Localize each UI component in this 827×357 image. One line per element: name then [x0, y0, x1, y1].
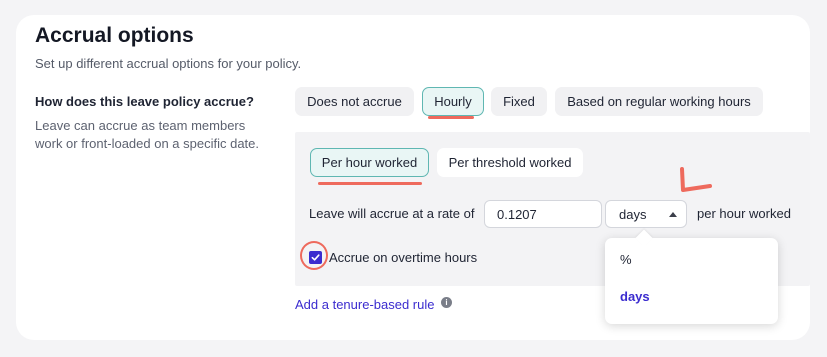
- annotation-underline-per-hour: [318, 182, 422, 185]
- overtime-label: Accrue on overtime hours: [329, 250, 478, 265]
- question-help-text: Leave can accrue as team members work or…: [35, 118, 260, 151]
- info-icon[interactable]: i: [441, 297, 452, 308]
- unit-select[interactable]: days: [605, 200, 687, 228]
- accrual-type-hourly[interactable]: Hourly: [422, 87, 484, 116]
- rate-suffix: per hour worked: [697, 206, 791, 221]
- accrual-type-does-not-accrue[interactable]: Does not accrue: [295, 87, 414, 116]
- unit-option-days[interactable]: days: [620, 289, 650, 304]
- unit-option-percent[interactable]: %: [620, 252, 632, 267]
- annotation-underline-hourly: [428, 116, 474, 119]
- accrual-type-fixed[interactable]: Fixed: [491, 87, 547, 116]
- annotation-circle-checkbox: [300, 241, 328, 270]
- annotation-check-mark: [680, 167, 712, 192]
- section-subtitle: Set up different accrual options for you…: [35, 56, 302, 71]
- section-title: Accrual options: [35, 24, 194, 47]
- add-tenure-rule-link[interactable]: Add a tenure-based rule: [295, 297, 434, 312]
- rate-input[interactable]: [484, 200, 602, 228]
- unit-select-value: days: [619, 206, 647, 222]
- accrual-type-regular-hours[interactable]: Based on regular working hours: [555, 87, 763, 116]
- mode-per-hour-worked[interactable]: Per hour worked: [310, 148, 429, 177]
- mode-per-threshold-worked[interactable]: Per threshold worked: [437, 148, 583, 177]
- unit-dropdown-menu: % days: [605, 238, 778, 324]
- rate-label: Leave will accrue at a rate of: [309, 206, 475, 221]
- caret-up-icon: [669, 212, 677, 217]
- question-title: How does this leave policy accrue?: [35, 94, 254, 109]
